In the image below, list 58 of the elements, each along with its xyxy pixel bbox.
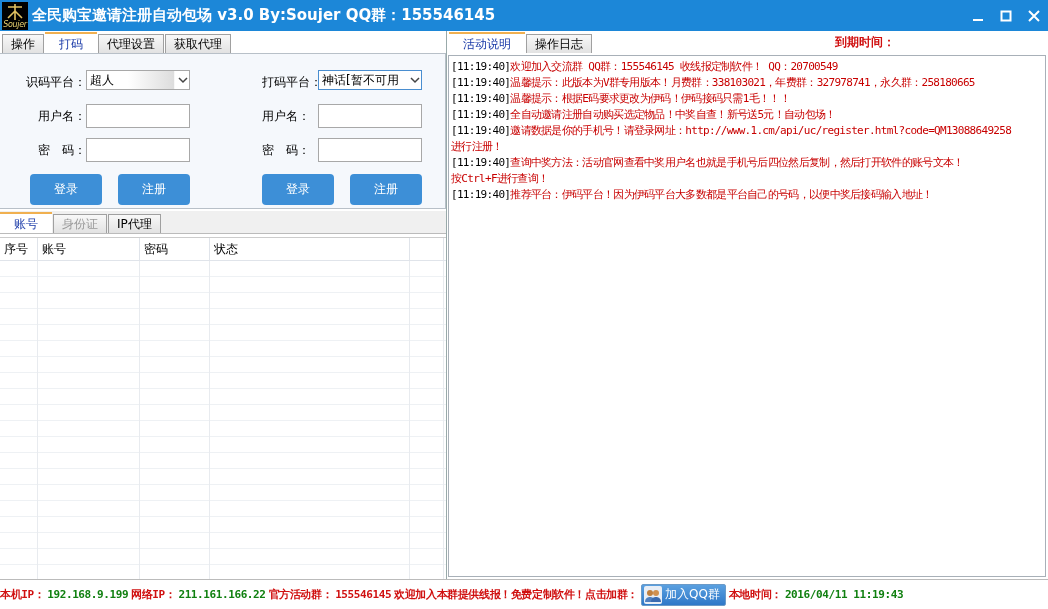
tab[interactable]: 获取代理 bbox=[165, 34, 231, 53]
tab[interactable]: 活动说明 bbox=[449, 32, 525, 53]
tab[interactable]: 账号 bbox=[0, 212, 52, 233]
status-label: 本地时间： bbox=[728, 587, 782, 602]
tab[interactable]: 操作 bbox=[2, 34, 44, 53]
log-message: 温馨提示：根据E码要求更改为伊码！伊码接码只需1毛！！！ bbox=[510, 91, 790, 107]
input-field[interactable] bbox=[318, 138, 422, 162]
expiry-label: 到期时间： bbox=[835, 33, 895, 51]
tree-glyph-icon bbox=[6, 3, 24, 21]
field-label: 用户名： bbox=[262, 107, 311, 125]
status-label: 官方活动群： bbox=[268, 587, 333, 602]
input-field[interactable] bbox=[86, 138, 190, 162]
log-message: 进行注册！ bbox=[451, 139, 503, 155]
status-value: 192.168.9.199 bbox=[47, 588, 129, 601]
log-message: 邀请数据是你的手机号！请登录网址：http://www.1.cm/api/uc/register.html?code=QM13088649258 bbox=[510, 123, 1012, 139]
status-value: 211.161.166.22 bbox=[178, 588, 266, 601]
input-field[interactable] bbox=[86, 104, 190, 128]
log-message: 欢迎加入交流群 QQ群：155546145 收线报定制软件！ QQ：20700549 bbox=[510, 59, 838, 75]
platform-dropdown[interactable]: 超人 bbox=[86, 70, 190, 90]
column-header: 序号 bbox=[0, 238, 38, 260]
log-message: 温馨提示：此版本为V群专用版本！月费群：338103021，年费群：327978741，永久群：258180665 bbox=[510, 75, 975, 91]
input-field[interactable] bbox=[318, 104, 422, 128]
status-label: 本机IP： bbox=[0, 587, 45, 602]
log-message: 推荐平台：伊码平台！因为伊码平台大多数都是平台自己的号码，以便中奖后接码输入地址！ bbox=[510, 187, 933, 203]
log-timestamp: [11:19:40] bbox=[451, 187, 511, 203]
status-label: 155546145 bbox=[335, 588, 392, 601]
status-label: 网络IP： bbox=[131, 587, 176, 602]
column-header: 状态 bbox=[210, 238, 410, 260]
log-timestamp: [11:19:40] bbox=[451, 107, 511, 123]
field-label: 密 码： bbox=[262, 141, 311, 159]
tab[interactable]: 打码 bbox=[45, 32, 97, 53]
logo-text: Soujer bbox=[3, 21, 27, 29]
log-timestamp: [11:19:40] bbox=[451, 123, 511, 139]
log-timestamp: [11:19:40] bbox=[451, 91, 511, 107]
status-label: 欢迎加入本群提供线报！免费定制软件！点击加群： bbox=[394, 587, 638, 602]
field-label: 识码平台： bbox=[25, 73, 86, 91]
close-icon[interactable] bbox=[1028, 9, 1040, 22]
log-timestamp: [11:19:40] bbox=[451, 75, 511, 91]
people-icon bbox=[643, 585, 662, 604]
log-timestamp: [11:19:40] bbox=[451, 59, 511, 75]
column-header: 账号 bbox=[38, 238, 140, 260]
platform-dropdown[interactable]: 神话[暂不可用 bbox=[318, 70, 422, 90]
log-message: 全自动邀请注册自动购买选定物品！中奖自查！新号送5元！自动包场！ bbox=[510, 107, 836, 123]
column-header: 密码 bbox=[140, 238, 210, 260]
tab[interactable]: 代理设置 bbox=[98, 34, 164, 53]
caret-icon bbox=[409, 75, 421, 85]
status-value: 2016/04/11 11:19:43 bbox=[784, 588, 904, 601]
tab[interactable]: 操作日志 bbox=[526, 34, 592, 53]
maximize-icon[interactable] bbox=[1000, 9, 1012, 22]
field-label: 打码平台： bbox=[262, 73, 318, 91]
field-label: 密 码： bbox=[37, 141, 86, 159]
tab[interactable]: IP代理 bbox=[108, 214, 161, 233]
log-message: 查询中奖方法：活动官网查看中奖用户名也就是手机号后四位然后复制，然后打开软件的账号文本！ bbox=[510, 155, 964, 171]
log-message: 按Ctrl+F进行查询！ bbox=[451, 171, 549, 187]
log-timestamp: [11:19:40] bbox=[451, 155, 511, 171]
caret-icon bbox=[177, 75, 189, 85]
window-title: 全民购宝邀请注册自动包场 v3.0 By:Soujer QQ群：155546145 bbox=[32, 6, 497, 25]
field-label: 用户名： bbox=[37, 107, 86, 125]
